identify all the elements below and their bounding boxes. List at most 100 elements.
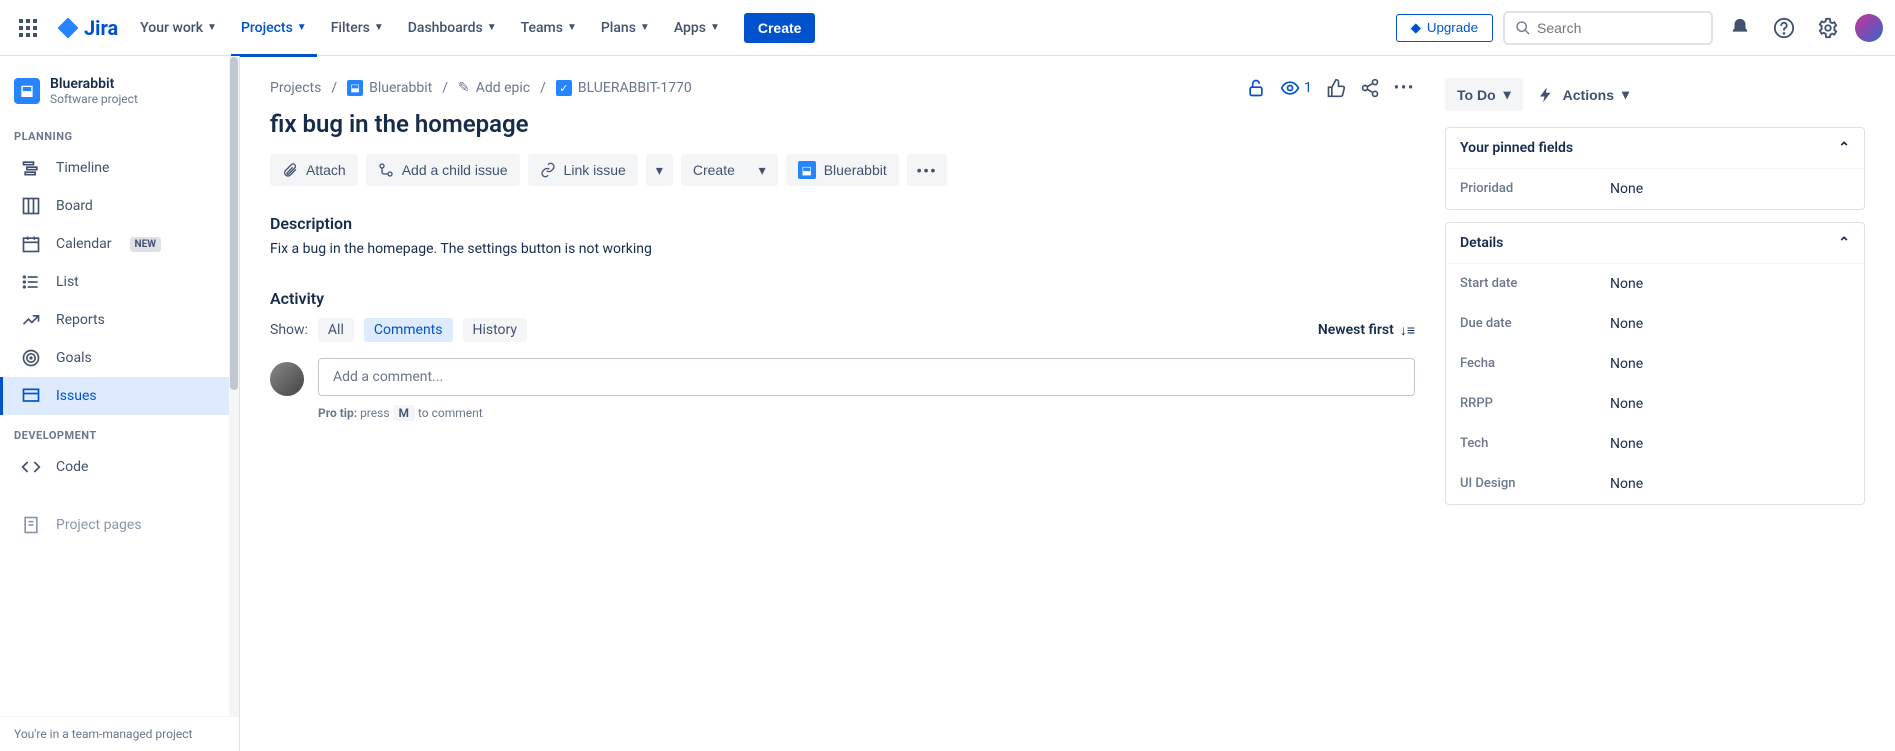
more-icon[interactable]: ••• (1394, 80, 1415, 96)
field-row[interactable]: Due dateNone (1446, 304, 1864, 344)
tab-all[interactable]: All (318, 318, 354, 342)
project-icon: ⬓ (14, 78, 40, 104)
list-icon (20, 272, 42, 292)
notifications-icon[interactable] (1723, 11, 1757, 45)
sidebar-scrollbar[interactable] (229, 56, 239, 721)
chevron-down-icon: ▾ (759, 162, 766, 179)
issue-title[interactable]: fix bug in the homepage (270, 110, 1415, 138)
nav-filters[interactable]: Filters▼ (321, 14, 394, 42)
sidebar-item-list[interactable]: List (6, 263, 233, 301)
link-issue-button[interactable]: Link issue (528, 154, 638, 186)
sidebar-item-calendar[interactable]: CalendarNEW (6, 225, 233, 263)
status-dropdown[interactable]: To Do▾ (1445, 78, 1523, 111)
tab-comments[interactable]: Comments (364, 318, 453, 342)
sidebar-item-board[interactable]: Board (6, 187, 233, 225)
chevron-up-icon: ⌃ (1838, 235, 1850, 251)
breadcrumb-add-epic[interactable]: ✎Add epic (458, 80, 530, 96)
comment-input[interactable]: Add a comment... (318, 358, 1415, 396)
field-row[interactable]: Start dateNone (1446, 264, 1864, 304)
issues-icon (20, 386, 42, 406)
new-badge: NEW (130, 237, 161, 252)
description-text[interactable]: Fix a bug in the homepage. The settings … (270, 241, 1415, 257)
user-avatar[interactable] (1855, 14, 1883, 42)
sidebar-item-issues[interactable]: Issues (0, 377, 233, 415)
settings-icon[interactable] (1811, 11, 1845, 45)
upgrade-button[interactable]: ◆ Upgrade (1396, 14, 1493, 42)
sidebar: ⬓ Bluerabbit Software project PLANNING T… (0, 56, 240, 751)
link-dropdown-button[interactable]: ▾ (646, 154, 673, 186)
sidebar-item-goals[interactable]: Goals (6, 339, 233, 377)
unlock-icon[interactable] (1246, 78, 1266, 98)
app-switcher-icon[interactable] (12, 12, 44, 44)
actions-dropdown[interactable]: Actions▾ (1537, 86, 1629, 104)
chevron-up-icon: ⌃ (1838, 140, 1850, 156)
issue-toolbar: Attach Add a child issue Link issue ▾ Cr… (270, 154, 1415, 186)
chevron-down-icon: ▼ (487, 22, 497, 33)
like-icon[interactable] (1326, 78, 1346, 98)
chevron-down-icon: ▾ (1622, 86, 1629, 103)
breadcrumb-project[interactable]: ⬓Bluerabbit (347, 80, 432, 96)
code-icon (20, 457, 42, 477)
attach-button[interactable]: Attach (270, 154, 358, 186)
field-row[interactable]: RRPPNone (1446, 384, 1864, 424)
lightning-icon (1537, 86, 1555, 104)
sidebar-item-timeline[interactable]: Timeline (6, 149, 233, 187)
more-icon: ••• (917, 162, 938, 178)
breadcrumb-issue-key[interactable]: ✓BLUERABBIT-1770 (556, 80, 692, 96)
details-panel: Details⌃ Start dateNone Due dateNone Fec… (1445, 222, 1865, 505)
nav-projects[interactable]: Projects▼ (231, 14, 317, 42)
sidebar-item-reports[interactable]: Reports (6, 301, 233, 339)
brand-text: Jira (84, 16, 118, 40)
breadcrumb-projects[interactable]: Projects (270, 80, 321, 96)
reports-icon (20, 310, 42, 330)
tab-history[interactable]: History (463, 318, 528, 342)
top-nav-right: ◆ Upgrade (1396, 11, 1883, 45)
field-row[interactable]: FechaNone (1446, 344, 1864, 384)
create-button[interactable]: Create (744, 13, 816, 43)
description-heading: Description (270, 214, 1415, 233)
nav-dashboards[interactable]: Dashboards▼ (398, 14, 507, 42)
share-icon[interactable] (1360, 78, 1380, 98)
activity-heading: Activity (270, 289, 1415, 308)
field-value: None (1610, 181, 1643, 197)
breadcrumb: Projects / ⬓Bluerabbit / ✎Add epic / ✓BL… (270, 78, 1415, 98)
nav-teams[interactable]: Teams▼ (511, 14, 587, 42)
nav-apps[interactable]: Apps▼ (664, 14, 730, 42)
search-box[interactable] (1503, 11, 1713, 45)
pinned-fields-toggle[interactable]: Your pinned fields⌃ (1446, 128, 1864, 169)
comment-composer: Add a comment... (270, 358, 1415, 396)
watch-button[interactable]: 1 (1280, 78, 1312, 98)
chevron-down-icon: ▼ (567, 22, 577, 33)
details-toggle[interactable]: Details⌃ (1446, 223, 1864, 264)
show-label: Show: (270, 322, 308, 338)
sort-button[interactable]: Newest first↓≡ (1318, 322, 1415, 339)
field-row[interactable]: Prioridad None (1446, 169, 1864, 209)
sidebar-item-project-pages[interactable]: Project pages (6, 506, 233, 544)
chevron-down-icon: ▾ (656, 162, 663, 179)
chevron-down-icon: ▼ (207, 22, 217, 33)
project-name: Bluerabbit (50, 76, 138, 92)
pro-tip: Pro tip: press M to comment (318, 406, 1415, 420)
project-icon: ⬓ (798, 161, 816, 179)
user-avatar (270, 362, 304, 396)
search-input[interactable] (1537, 20, 1701, 36)
search-icon (1515, 20, 1531, 36)
chevron-down-icon: ▼ (297, 22, 307, 33)
page-actions: 1 ••• (1246, 78, 1415, 98)
pencil-icon: ✎ (458, 80, 470, 96)
jira-logo[interactable]: Jira (48, 16, 126, 40)
section-planning: PLANNING (0, 116, 239, 149)
project-header[interactable]: ⬓ Bluerabbit Software project (0, 56, 239, 116)
field-row[interactable]: UI DesignNone (1446, 464, 1864, 504)
nav-plans[interactable]: Plans▼ (591, 14, 660, 42)
sidebar-footer: You're in a team-managed project (0, 716, 239, 751)
help-icon[interactable] (1767, 11, 1801, 45)
more-actions-button[interactable]: ••• (907, 154, 948, 186)
sidebar-item-code[interactable]: Code (6, 448, 233, 486)
create-dropdown-button[interactable]: Create ▾ (681, 154, 778, 186)
nav-your-work[interactable]: Your work▼ (130, 14, 227, 42)
field-row[interactable]: TechNone (1446, 424, 1864, 464)
add-child-button[interactable]: Add a child issue (366, 154, 520, 186)
activity-tabs: Show: All Comments History Newest first↓… (270, 318, 1415, 342)
project-chip-button[interactable]: ⬓Bluerabbit (786, 154, 899, 186)
